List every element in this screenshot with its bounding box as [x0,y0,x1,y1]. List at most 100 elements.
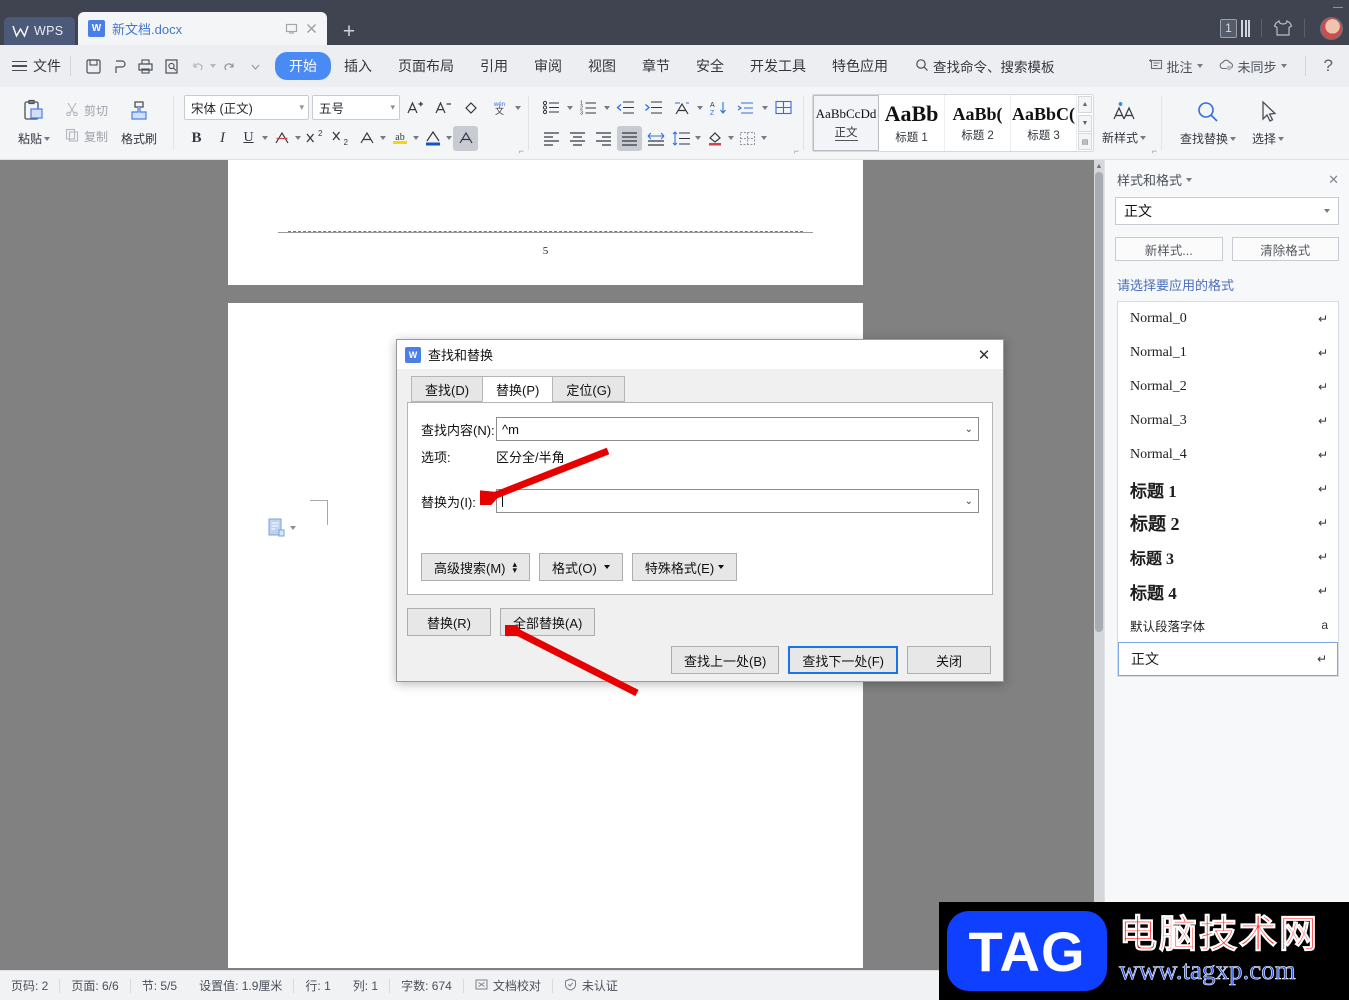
font-color-icon[interactable] [420,126,445,151]
grow-font-icon[interactable] [403,95,428,120]
status-row[interactable]: 行: 1 [294,977,341,994]
save-icon[interactable] [80,53,106,79]
justify-icon[interactable] [617,125,643,151]
tab-security[interactable]: 安全 [683,52,737,80]
close-icon[interactable]: ✕ [971,344,997,366]
list-item[interactable]: 标题 4 ↵ [1118,574,1338,608]
chevron-down-icon[interactable] [1278,136,1285,141]
list-item[interactable]: Normal_1 ↵ [1118,336,1338,370]
special-format-button[interactable]: 特殊格式(E) [631,553,738,581]
task-pane-title-group[interactable]: 样式和格式 [1117,170,1193,189]
t-shirt-icon[interactable] [1273,19,1293,37]
chevron-down-icon[interactable]: ⌄ [965,496,973,507]
superscript-icon[interactable]: 2 [302,126,327,151]
font-dialog-launcher[interactable]: ⌐ [519,146,524,156]
numbering-icon[interactable]: 123 [576,95,601,120]
replace-with-input[interactable]: ⌄ [496,489,979,513]
tab-chapter[interactable]: 章节 [629,52,683,80]
tab-replace[interactable]: 替换(P) [482,376,554,402]
chevron-down-icon[interactable]: ▾ [390,102,395,113]
status-sections[interactable]: 节: 5/5 [131,977,188,994]
status-word-count[interactable]: 字数: 674 [390,977,463,994]
chevron-down-icon[interactable] [1140,135,1147,140]
replace-button[interactable]: 替换(R) [407,608,491,636]
advanced-search-button[interactable]: 高级搜索(M) ▴ ▾ [421,553,531,581]
character-border-icon[interactable] [354,126,379,151]
chevron-down-icon[interactable] [604,105,611,110]
clear-format-pane-button[interactable]: 清除格式 [1231,237,1339,261]
decrease-indent-icon[interactable] [613,95,638,120]
undo-icon[interactable] [184,53,210,79]
strikethrough-icon[interactable] [269,126,294,151]
find-next-button[interactable]: 查找下一处(F) [788,646,898,674]
list-item[interactable]: Normal_3 ↵ [1118,404,1338,438]
paragraph-dialog-launcher[interactable]: ⌐ [794,146,799,156]
select-button[interactable]: 选择 [1241,90,1295,156]
chevron-down-icon[interactable] [380,136,387,140]
print-preview-icon[interactable] [106,53,132,79]
tab-review[interactable]: 审阅 [521,52,575,80]
tab-start[interactable]: 开始 [275,52,331,80]
list-item[interactable]: 默认段落字体 a [1118,608,1338,642]
document-page-previous[interactable]: 5 [228,160,863,285]
search-doc-icon[interactable] [158,53,184,79]
chevron-down-icon[interactable] [728,136,735,140]
file-menu-button[interactable]: 文件 [12,56,61,76]
command-search[interactable]: 查找命令、搜索模板 [915,56,1055,76]
document-tab[interactable]: W 新文档.docx [78,12,327,45]
scroll-down-icon[interactable]: ▼ [1078,114,1093,132]
user-avatar[interactable] [1320,16,1343,40]
chevron-down-icon[interactable] [290,525,296,530]
format-painter-button[interactable]: 格式刷 [112,90,166,156]
borders-icon[interactable] [735,126,760,151]
distribute-icon[interactable] [643,126,668,151]
align-left-icon[interactable] [539,126,564,151]
chevron-down-icon[interactable] [295,136,302,140]
chevron-down-icon[interactable] [515,105,522,110]
redo-icon[interactable] [216,53,242,79]
close-icon[interactable]: ✕ [1328,172,1339,188]
sync-status-button[interactable]: 未同步 [1212,57,1293,76]
tab-dev-tools[interactable]: 开发工具 [737,52,819,80]
list-item[interactable]: Normal_4 ↵ [1118,438,1338,472]
help-button[interactable]: ? [1318,56,1339,76]
chevron-down-icon[interactable] [1230,136,1237,141]
sort-icon[interactable]: AZ [706,95,731,120]
chevron-down-icon[interactable] [413,136,420,140]
minimize-icon[interactable]: — [1333,2,1343,13]
status-proofread[interactable]: 文档校对 [464,977,552,994]
highlight-icon[interactable]: ab [387,126,412,151]
scrollbar-thumb[interactable] [1095,172,1103,632]
style-gallery-item-heading1[interactable]: AaBb 标题 1 [879,95,946,151]
bullets-icon[interactable] [539,95,564,120]
window-stack-icon[interactable] [1241,19,1250,37]
status-column[interactable]: 列: 1 [342,977,389,994]
find-replace-button[interactable]: 查找替换 [1175,90,1241,156]
current-style-select[interactable]: 正文 [1115,197,1339,225]
chevron-down-icon[interactable] [44,136,50,141]
scroll-up-icon[interactable]: ▲ [1094,160,1104,172]
underline-icon[interactable]: U [236,126,261,151]
gallery-expand-icon[interactable]: ▤ [1078,133,1093,150]
new-style-button[interactable]: 新样式 [1094,90,1154,156]
find-what-input[interactable]: ^m ⌄ [496,417,979,441]
increase-indent-icon[interactable] [641,95,666,120]
align-right-icon[interactable] [591,126,616,151]
shrink-font-icon[interactable] [431,95,456,120]
tab-view[interactable]: 视图 [575,52,629,80]
italic-icon[interactable]: I [210,126,235,151]
new-tab-button[interactable]: + [337,20,361,44]
chevron-down-icon[interactable] [695,136,702,140]
list-item-selected[interactable]: 正文 ↵ [1118,642,1338,676]
font-size-select[interactable]: 五号 ▾ [312,95,401,120]
chevron-down-icon[interactable] [1186,177,1193,182]
format-button[interactable]: 格式(O) [539,553,623,581]
find-previous-button[interactable]: 查找上一处(B) [671,646,780,674]
scroll-up-icon[interactable]: ▲ [1078,96,1093,113]
status-pages[interactable]: 页面: 6/6 [60,977,129,994]
tab-references[interactable]: 引用 [467,52,521,80]
chevron-down-icon[interactable] [446,136,453,140]
status-page-number[interactable]: 页码: 2 [0,977,59,994]
chevron-down-icon[interactable] [1324,209,1330,213]
tab-featured-apps[interactable]: 特色应用 [819,52,901,80]
